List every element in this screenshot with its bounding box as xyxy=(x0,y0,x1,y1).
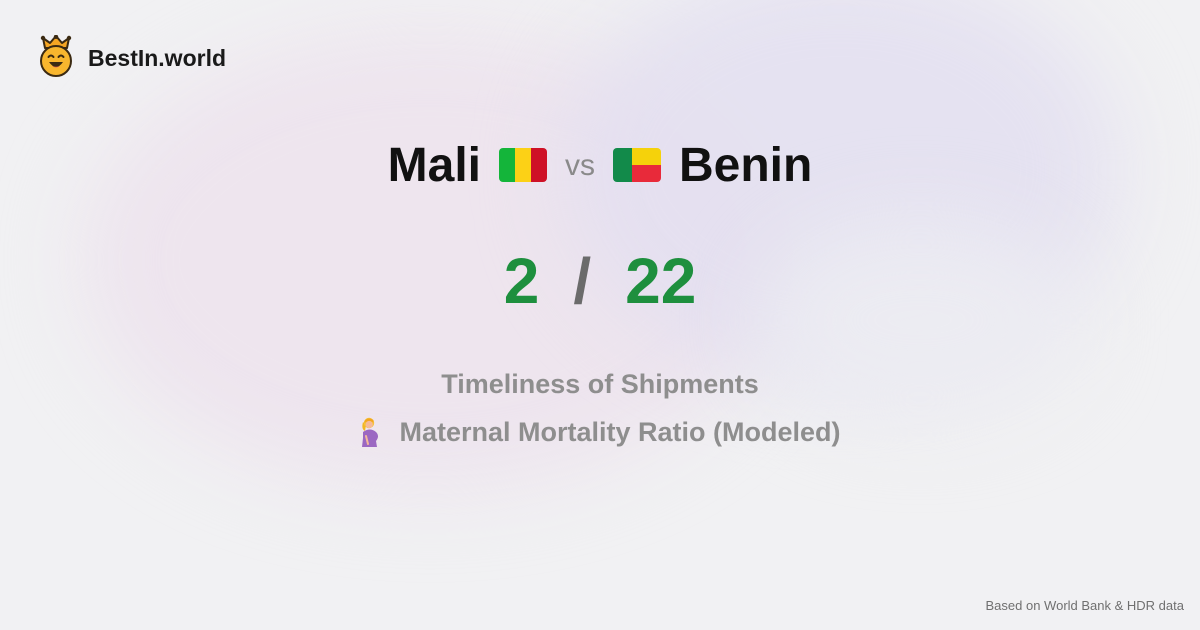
metric-item: Maternal Mortality Ratio (Modeled) xyxy=(0,414,1200,450)
metric-label: Timeliness of Shipments xyxy=(441,368,759,399)
flag-body xyxy=(613,148,661,182)
brand[interactable]: BestIn.world xyxy=(38,34,227,82)
mali-flag-icon xyxy=(499,148,547,182)
flag-stripe xyxy=(632,148,661,165)
right-country-name: Benin xyxy=(679,138,813,192)
data-source-note: Based on World Bank & HDR data xyxy=(985,598,1184,613)
vs-label: vs xyxy=(565,149,595,182)
left-country-name: Mali xyxy=(387,138,481,192)
right-score: 22 xyxy=(625,245,697,317)
metric-item: Timeliness of Shipments xyxy=(0,366,1200,402)
benin-flag-icon xyxy=(613,148,661,182)
score: 2 / 22 xyxy=(0,243,1200,319)
pregnant-woman-icon xyxy=(359,416,381,448)
flag-right-half xyxy=(632,148,661,182)
flag-stripe xyxy=(515,148,531,182)
metric-label: Maternal Mortality Ratio (Modeled) xyxy=(399,416,841,447)
flag-stripe xyxy=(531,148,547,182)
flag-stripe xyxy=(632,165,661,182)
comparison-title: Mali vs Benin xyxy=(0,133,1200,197)
score-separator: / xyxy=(573,245,592,317)
brand-name: BestIn.world xyxy=(88,45,227,71)
flag-stripe xyxy=(499,148,515,182)
flag-stripe xyxy=(613,148,633,182)
crowned-smiley-icon xyxy=(38,34,74,82)
left-score: 2 xyxy=(503,245,540,317)
